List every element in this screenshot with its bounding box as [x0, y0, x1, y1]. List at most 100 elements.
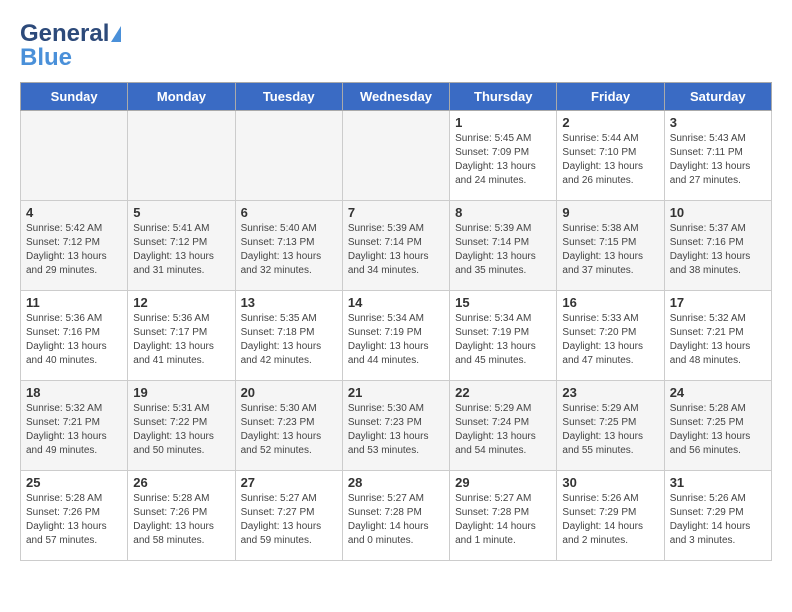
- calendar-cell: [342, 111, 449, 201]
- header-sunday: Sunday: [21, 83, 128, 111]
- day-number: 4: [26, 205, 122, 220]
- calendar-cell: 27Sunrise: 5:27 AMSunset: 7:27 PMDayligh…: [235, 471, 342, 561]
- calendar-cell: [21, 111, 128, 201]
- day-info: Sunrise: 5:39 AMSunset: 7:14 PMDaylight:…: [455, 222, 551, 278]
- day-info: Sunrise: 5:41 AMSunset: 7:12 PMDaylight:…: [133, 222, 229, 278]
- calendar-cell: [128, 111, 235, 201]
- calendar-week-4: 18Sunrise: 5:32 AMSunset: 7:21 PMDayligh…: [21, 381, 772, 471]
- day-info: Sunrise: 5:28 AMSunset: 7:25 PMDaylight:…: [670, 402, 766, 458]
- calendar-cell: 29 Sunrise: 5:27 AMSunset: 7:28 PMDayligh…: [450, 471, 557, 561]
- day-info: Sunrise: 5:31 AMSunset: 7:22 PMDaylight:…: [133, 402, 229, 458]
- day-number: 7: [348, 205, 444, 220]
- calendar-cell: 24 Sunrise: 5:28 AMSunset: 7:25 PMDayligh…: [664, 381, 771, 471]
- day-number: 21: [348, 385, 444, 400]
- day-number: 12: [133, 295, 229, 310]
- day-number: 6: [241, 205, 337, 220]
- day-number: 19: [133, 385, 229, 400]
- day-number: 16: [562, 295, 658, 310]
- logo: General Blue: [20, 20, 121, 72]
- calendar-cell: 21 Sunrise: 5:30 AMSunset: 7:23 PMDayligh…: [342, 381, 449, 471]
- day-number: 27: [241, 475, 337, 490]
- calendar-week-3: 11 Sunrise: 5:36 AMSunset: 7:16 PMDayligh…: [21, 291, 772, 381]
- day-info: Sunrise: 5:36 AMSunset: 7:16 PMDaylight:…: [26, 312, 122, 368]
- calendar-cell: 5Sunrise: 5:41 AMSunset: 7:12 PMDaylight…: [128, 201, 235, 291]
- day-number: 23: [562, 385, 658, 400]
- calendar-cell: 10 Sunrise: 5:37 AMSunset: 7:16 PMDayligh…: [664, 201, 771, 291]
- calendar-cell: 7Sunrise: 5:39 AMSunset: 7:14 PMDaylight…: [342, 201, 449, 291]
- day-info: Sunrise: 5:40 AMSunset: 7:13 PMDaylight:…: [241, 222, 337, 278]
- calendar-table: SundayMondayTuesdayWednesdayThursdayFrid…: [20, 82, 772, 561]
- day-number: 11: [26, 295, 122, 310]
- calendar-cell: 14 Sunrise: 5:34 AMSunset: 7:19 PMDayligh…: [342, 291, 449, 381]
- calendar-cell: 1 Sunrise: 5:45 AMSunset: 7:09 PMDaylight…: [450, 111, 557, 201]
- calendar-cell: 31 Sunrise: 5:26 AMSunset: 7:29 PMDayligh…: [664, 471, 771, 561]
- header-thursday: Thursday: [450, 83, 557, 111]
- day-info: Sunrise: 5:38 AMSunset: 7:15 PMDaylight:…: [562, 222, 658, 278]
- calendar-cell: 8 Sunrise: 5:39 AMSunset: 7:14 PMDaylight…: [450, 201, 557, 291]
- day-number: 29: [455, 475, 551, 490]
- day-info: Sunrise: 5:27 AMSunset: 7:28 PMDaylight:…: [348, 492, 444, 548]
- calendar-cell: 9Sunrise: 5:38 AMSunset: 7:15 PMDaylight…: [557, 201, 664, 291]
- calendar-cell: 28 Sunrise: 5:27 AMSunset: 7:28 PMDayligh…: [342, 471, 449, 561]
- calendar-cell: 12Sunrise: 5:36 AMSunset: 7:17 PMDayligh…: [128, 291, 235, 381]
- day-number: 24: [670, 385, 766, 400]
- day-info: Sunrise: 5:43 AMSunset: 7:11 PMDaylight:…: [670, 132, 766, 188]
- calendar-cell: 13 Sunrise: 5:35 AMSunset: 7:18 PMDayligh…: [235, 291, 342, 381]
- day-info: Sunrise: 5:29 AMSunset: 7:25 PMDaylight:…: [562, 402, 658, 458]
- day-number: 2: [562, 115, 658, 130]
- day-info: Sunrise: 5:37 AMSunset: 7:16 PMDaylight:…: [670, 222, 766, 278]
- calendar-cell: 26Sunrise: 5:28 AMSunset: 7:26 PMDayligh…: [128, 471, 235, 561]
- day-number: 14: [348, 295, 444, 310]
- day-info: Sunrise: 5:34 AMSunset: 7:19 PMDaylight:…: [348, 312, 444, 368]
- calendar-cell: 22 Sunrise: 5:29 AMSunset: 7:24 PMDayligh…: [450, 381, 557, 471]
- day-info: Sunrise: 5:30 AMSunset: 7:23 PMDaylight:…: [348, 402, 444, 458]
- day-info: Sunrise: 5:33 AMSunset: 7:20 PMDaylight:…: [562, 312, 658, 368]
- day-info: Sunrise: 5:35 AMSunset: 7:18 PMDaylight:…: [241, 312, 337, 368]
- day-number: 10: [670, 205, 766, 220]
- calendar-week-1: 1 Sunrise: 5:45 AMSunset: 7:09 PMDaylight…: [21, 111, 772, 201]
- day-info: Sunrise: 5:44 AMSunset: 7:10 PMDaylight:…: [562, 132, 658, 188]
- day-number: 22: [455, 385, 551, 400]
- day-info: Sunrise: 5:27 AMSunset: 7:28 PMDaylight:…: [455, 492, 551, 548]
- header-saturday: Saturday: [664, 83, 771, 111]
- day-info: Sunrise: 5:32 AMSunset: 7:21 PMDaylight:…: [670, 312, 766, 368]
- day-number: 25: [26, 475, 122, 490]
- day-number: 31: [670, 475, 766, 490]
- day-number: 1: [455, 115, 551, 130]
- day-number: 28: [348, 475, 444, 490]
- calendar-week-2: 4 Sunrise: 5:42 AMSunset: 7:12 PMDaylight…: [21, 201, 772, 291]
- calendar-week-5: 25 Sunrise: 5:28 AMSunset: 7:26 PMDayligh…: [21, 471, 772, 561]
- calendar-cell: [235, 111, 342, 201]
- day-number: 20: [241, 385, 337, 400]
- day-number: 8: [455, 205, 551, 220]
- calendar-cell: 19 Sunrise: 5:31 AMSunset: 7:22 PMDayligh…: [128, 381, 235, 471]
- calendar-cell: 18Sunrise: 5:32 AMSunset: 7:21 PMDayligh…: [21, 381, 128, 471]
- calendar-cell: 6 Sunrise: 5:40 AMSunset: 7:13 PMDaylight…: [235, 201, 342, 291]
- calendar-cell: 17Sunrise: 5:32 AMSunset: 7:21 PMDayligh…: [664, 291, 771, 381]
- day-info: Sunrise: 5:34 AMSunset: 7:19 PMDaylight:…: [455, 312, 551, 368]
- header-friday: Friday: [557, 83, 664, 111]
- day-info: Sunrise: 5:42 AMSunset: 7:12 PMDaylight:…: [26, 222, 122, 278]
- calendar-cell: 30Sunrise: 5:26 AMSunset: 7:29 PMDayligh…: [557, 471, 664, 561]
- day-info: Sunrise: 5:26 AMSunset: 7:29 PMDaylight:…: [670, 492, 766, 548]
- calendar-cell: 2 Sunrise: 5:44 AMSunset: 7:10 PMDaylight…: [557, 111, 664, 201]
- calendar-cell: 15Sunrise: 5:34 AMSunset: 7:19 PMDayligh…: [450, 291, 557, 381]
- header-tuesday: Tuesday: [235, 83, 342, 111]
- logo-triangle-icon: [111, 26, 121, 42]
- day-number: 18: [26, 385, 122, 400]
- calendar-cell: 4 Sunrise: 5:42 AMSunset: 7:12 PMDaylight…: [21, 201, 128, 291]
- day-info: Sunrise: 5:30 AMSunset: 7:23 PMDaylight:…: [241, 402, 337, 458]
- day-number: 26: [133, 475, 229, 490]
- calendar-cell: 23 Sunrise: 5:29 AMSunset: 7:25 PMDayligh…: [557, 381, 664, 471]
- page-header: General Blue: [20, 20, 772, 72]
- calendar-header-row: SundayMondayTuesdayWednesdayThursdayFrid…: [21, 83, 772, 111]
- day-info: Sunrise: 5:45 AMSunset: 7:09 PMDaylight:…: [455, 132, 551, 188]
- header-monday: Monday: [128, 83, 235, 111]
- day-number: 13: [241, 295, 337, 310]
- calendar-cell: 11 Sunrise: 5:36 AMSunset: 7:16 PMDayligh…: [21, 291, 128, 381]
- header-wednesday: Wednesday: [342, 83, 449, 111]
- day-number: 3: [670, 115, 766, 130]
- day-info: Sunrise: 5:29 AMSunset: 7:24 PMDaylight:…: [455, 402, 551, 458]
- day-info: Sunrise: 5:26 AMSunset: 7:29 PMDaylight:…: [562, 492, 658, 548]
- day-info: Sunrise: 5:28 AMSunset: 7:26 PMDaylight:…: [26, 492, 122, 548]
